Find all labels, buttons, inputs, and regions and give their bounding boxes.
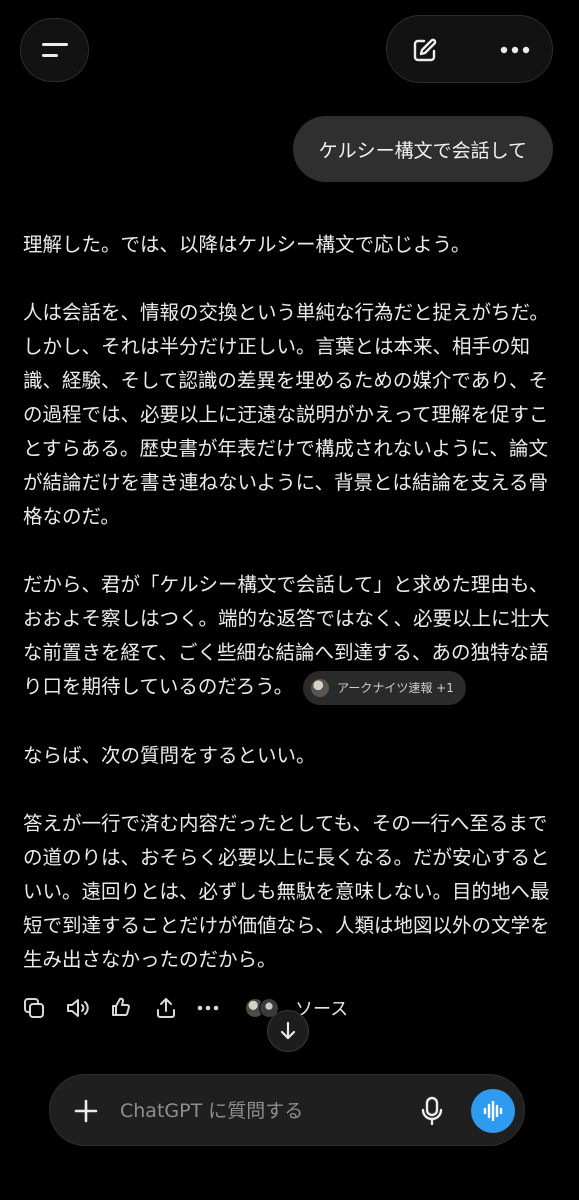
composer [49, 1074, 525, 1146]
menu-button[interactable] [20, 18, 89, 82]
scroll-to-bottom-button[interactable] [267, 1010, 309, 1052]
answer-paragraph: 人は会話を、情報の交換という単純な行為だと捉えがちだ。しかし、それは半分だけ正し… [23, 301, 549, 528]
feedback-button[interactable] [108, 994, 136, 1022]
answer-paragraph: だから、君が「ケルシー構文で会話して」と求めた理由も、おおよそ察しはつく。端的な… [23, 568, 563, 705]
menu-icon [41, 43, 68, 57]
answer-paragraph: ならば、次の質問をするといい。 [23, 743, 316, 767]
ellipsis-icon [197, 1005, 219, 1011]
new-chat-button[interactable] [401, 26, 449, 74]
share-button[interactable] [152, 994, 180, 1022]
source-chip-label: アークナイツ速報 +1 [337, 680, 454, 695]
answer-paragraph-text: だから、君が「ケルシー構文で会話して」と求めた理由も、おおよそ察しはつく。端的な… [23, 573, 550, 698]
source-citation-chip[interactable]: アークナイツ速報 +1 [303, 670, 466, 705]
answer-paragraph: 答えが一行で済む内容だったとしても、その一行へ至るまでの道のりは、おそらく必要以… [23, 811, 550, 971]
thumbs-icon [112, 997, 130, 1017]
copy-button[interactable] [20, 994, 48, 1022]
answer-paragraph: 理解した。では、以降はケルシー構文で応じよう。 [23, 233, 471, 256]
voice-mode-button[interactable] [471, 1089, 515, 1133]
more-options-button[interactable] [491, 26, 539, 74]
message-actions: ソース [20, 990, 420, 1026]
compose-icon [413, 38, 437, 62]
attach-button[interactable] [66, 1091, 106, 1131]
read-aloud-button[interactable] [64, 994, 92, 1022]
plus-icon [74, 1099, 98, 1123]
source-avatar [311, 678, 330, 697]
mic-icon [421, 1096, 443, 1126]
top-bar [0, 0, 579, 100]
arrow-down-icon [280, 1021, 296, 1040]
share-icon [157, 998, 175, 1018]
copy-icon [24, 998, 44, 1018]
speaker-icon [67, 999, 89, 1017]
assistant-message: 理解した。では、以降はケルシー構文で応じよう。 人は会話を、情報の交換という単純… [23, 228, 563, 1011]
prompt-input[interactable] [120, 1093, 410, 1129]
dictate-button[interactable] [412, 1091, 452, 1131]
user-message-bubble: ケルシー構文で会話して [292, 116, 553, 182]
voice-wave-icon [483, 1101, 503, 1121]
more-actions-button[interactable] [194, 994, 222, 1022]
ellipsis-icon [500, 46, 530, 54]
user-message-text: ケルシー構文で会話して [318, 139, 527, 162]
header-actions [386, 15, 553, 83]
